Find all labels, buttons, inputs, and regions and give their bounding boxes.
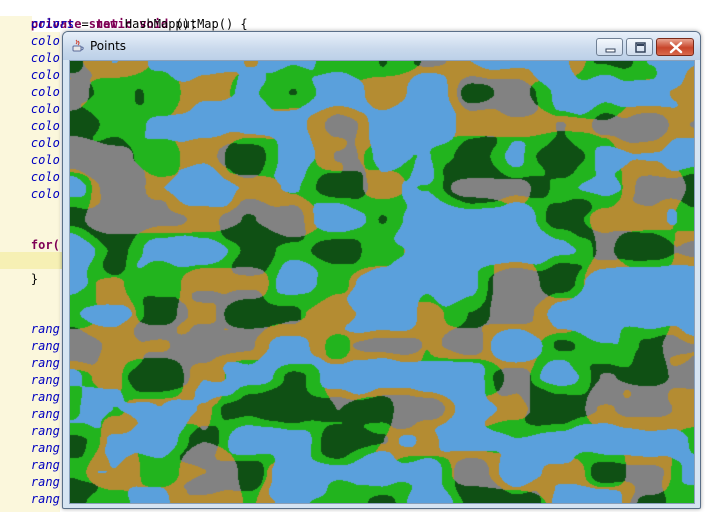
code-line[interactable]: rang [2,406,60,422]
code-line[interactable]: colo [2,152,60,168]
maximize-button[interactable] [626,38,653,56]
code-line[interactable]: colo [2,186,60,202]
java-cup-icon [72,39,84,52]
window-titlebar[interactable]: Points [63,32,700,60]
code-line[interactable]: colo [2,135,60,151]
points-window[interactable]: Points [62,31,701,509]
code-line[interactable]: colo [2,84,60,100]
code-line[interactable]: rang [2,372,60,388]
code-line[interactable]: colo [2,50,60,66]
window-title: Points [90,39,127,53]
close-icon [669,41,683,54]
code-line[interactable]: rang [2,321,60,337]
code-line[interactable]: rang [2,440,60,456]
code-line[interactable]: rang [2,355,60,371]
code-line[interactable]: colo [2,67,60,83]
code-line[interactable]: colo [2,33,60,49]
minimize-icon [605,48,616,53]
code-line[interactable]: colo [2,101,60,117]
map-canvas[interactable] [69,60,695,504]
close-button[interactable] [656,38,694,56]
code-line[interactable]: rang [2,389,60,405]
code-line[interactable]: rang [2,491,60,507]
code-line[interactable]: rang [2,457,60,473]
code-line[interactable]: rang [2,423,60,439]
code-line[interactable]: for( [2,237,60,253]
terrain-map-image [70,61,694,503]
code-line-colors-init[interactable]: colors = new HashMap(); [2,16,197,32]
maximize-icon [635,42,646,53]
code-line[interactable]: colo [2,169,60,185]
code-line[interactable]: rang [2,338,60,354]
code-line[interactable]: } [2,271,38,287]
current-line-highlight [0,252,62,269]
minimize-button[interactable] [596,38,623,56]
code-line[interactable]: colo [2,118,60,134]
code-line[interactable]: rang [2,474,60,490]
